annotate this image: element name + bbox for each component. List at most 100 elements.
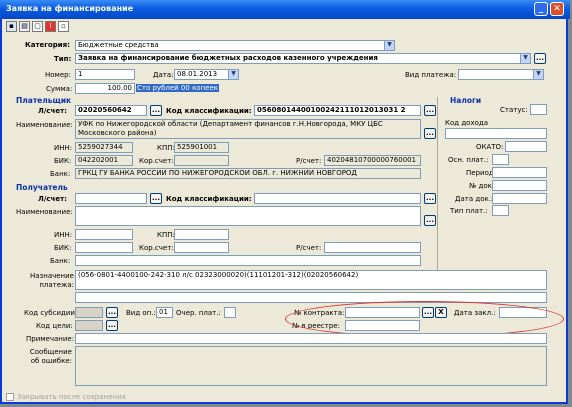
recipient-bank-input[interactable] [75, 255, 421, 266]
print-icon[interactable]: ▤ [19, 21, 30, 32]
purpose-label: Назначение платежа: [29, 272, 74, 289]
payer-kpp-label: КПП: [157, 144, 175, 152]
recipient-class-input[interactable] [254, 193, 421, 204]
subsidy-label: Код субсидии: [24, 309, 78, 317]
income-code-input[interactable] [445, 128, 547, 139]
tax-status-label: Статус: [500, 106, 528, 114]
subsidy-lookup-button[interactable]: ... [106, 307, 118, 318]
close-button[interactable]: ✕ [550, 2, 564, 16]
chevron-down-icon[interactable]: ▼ [533, 70, 543, 79]
recipient-kpp-input[interactable] [174, 229, 229, 240]
number-input[interactable]: 1 [75, 69, 135, 80]
basis-input[interactable] [492, 154, 509, 165]
doc-number-input[interactable] [492, 180, 547, 191]
okato-input[interactable] [505, 141, 547, 152]
payer-account-lookup-button[interactable]: ... [150, 105, 162, 116]
annotation-ellipse [285, 301, 564, 337]
payer-name-value: УФК по Нижегородской области (Департамен… [75, 119, 421, 139]
payer-section-title: Плательщик [16, 96, 72, 105]
recipient-bik-input[interactable] [75, 242, 133, 253]
close-after-save-label: Закрывать после сохранения [17, 393, 126, 401]
opvid-input[interactable]: 01 [156, 307, 173, 318]
subsidy-input[interactable] [75, 307, 103, 318]
tax-paytype-label: Тип плат.: [450, 207, 488, 215]
goal-lookup-button[interactable]: ... [106, 320, 118, 331]
number-label: Номер: [45, 71, 71, 79]
category-label: Категория: [25, 41, 70, 49]
recipient-bank-label: Банк: [50, 257, 71, 265]
note-label: Примечание: [26, 335, 75, 343]
payer-bik-value: 042202001 [75, 155, 133, 166]
sum-input[interactable]: 100.00 [75, 83, 135, 94]
toolbar: ▪ ▤ ▢ ! ▫ [4, 20, 564, 34]
doc-date-label: Дата док.: [455, 195, 494, 203]
opvid-label: Вид оп.: [126, 309, 156, 317]
goal-label: Код цели: [36, 322, 73, 330]
period-input[interactable] [492, 167, 547, 178]
date-picker[interactable]: 08.01.2013 ▼ [174, 69, 239, 80]
payer-bik-label: БИК: [54, 157, 72, 165]
doc-date-input[interactable] [492, 193, 547, 204]
sum-label: Сумма: [46, 85, 73, 93]
recipient-section-title: Получатель [16, 183, 68, 192]
type-lookup-button[interactable]: ... [534, 53, 546, 64]
payer-name-label: Наименование: [16, 121, 73, 129]
sum-in-words: Сто рублей 00 копеек [136, 84, 219, 92]
payer-rs-label: Р/счет: [296, 157, 322, 165]
title-bar: Заявка на финансирование _ ✕ [0, 0, 570, 19]
chevron-down-icon[interactable]: ▼ [520, 54, 530, 63]
goal-input[interactable] [75, 320, 103, 331]
recipient-class-label: Код классификации: [166, 195, 252, 203]
chevron-down-icon[interactable]: ▼ [228, 70, 238, 79]
note-input[interactable] [75, 333, 547, 344]
queue-input[interactable] [224, 307, 236, 318]
recipient-name-label: Наименование: [16, 208, 73, 216]
recipient-rs-input[interactable] [324, 242, 421, 253]
queue-label: Очер. плат.: [176, 309, 221, 317]
purpose-textarea[interactable]: (056-0801-4400100-242-310 л/с 0232300002… [75, 270, 547, 290]
minimize-button[interactable]: _ [534, 2, 548, 16]
paytype-select[interactable]: ▼ [458, 69, 544, 80]
error-label: Сообщение об ошибке: [29, 348, 72, 365]
payer-account-input[interactable]: 02020560642 [75, 105, 147, 116]
save-icon[interactable]: ▪ [6, 21, 17, 32]
recipient-corr-label: Кор.счет: [139, 244, 174, 252]
recipient-inn-input[interactable] [75, 229, 133, 240]
paytype-label: Вид платежа: [405, 71, 457, 79]
recipient-account-label: Л/счет: [38, 195, 67, 203]
window-title: Заявка на финансирование [6, 4, 134, 13]
payer-corr-value [174, 155, 229, 166]
recipient-bik-label: БИК: [54, 244, 72, 252]
delete-icon[interactable]: ▫ [58, 21, 69, 32]
recipient-account-input[interactable] [75, 193, 147, 204]
recipient-corr-input[interactable] [174, 242, 229, 253]
chevron-down-icon[interactable]: ▼ [384, 41, 394, 50]
recipient-name-input[interactable] [75, 206, 421, 226]
taxes-divider [437, 97, 438, 275]
payer-bank-label: Банк: [50, 170, 71, 178]
recipient-inn-label: ИНН: [54, 231, 73, 239]
payer-corr-label: Кор.счет: [139, 157, 174, 165]
payer-bank-value: ГРКЦ ГУ БАНКА РОССИИ ПО НИЖЕГОРОДСКОЙ ОБ… [75, 168, 421, 179]
recipient-rs-label: Р/счет: [296, 244, 322, 252]
copy-icon[interactable]: ▢ [32, 21, 43, 32]
tax-status-input[interactable] [530, 104, 547, 115]
recipient-name-button[interactable]: ... [424, 215, 436, 226]
basis-label: Осн. плат.: [448, 156, 489, 164]
taxes-section-title: Налоги [450, 96, 482, 105]
income-code-label: Код дохода [445, 119, 488, 127]
payer-inn-label: ИНН: [54, 144, 73, 152]
close-after-save-checkbox[interactable] [6, 393, 14, 401]
recipient-account-lookup-button[interactable]: ... [150, 193, 162, 204]
tax-paytype-input[interactable] [492, 205, 509, 216]
category-select[interactable]: Бюджетные средства ▼ [75, 40, 395, 51]
payer-inn-value: 5259027344 [75, 142, 133, 153]
payer-class-input[interactable]: 05608014400100242111012013031 2 [254, 105, 421, 116]
payer-name-button[interactable]: ... [424, 128, 436, 139]
type-select[interactable]: Заявка на финансирование бюджетных расхо… [75, 53, 531, 64]
payer-class-lookup-button[interactable]: ... [424, 105, 436, 116]
application-window: Заявка на финансирование _ ✕ ▪ ▤ ▢ ! ▫ К… [0, 0, 570, 404]
alert-icon[interactable]: ! [45, 21, 56, 32]
recipient-class-lookup-button[interactable]: ... [424, 193, 436, 204]
payer-class-label: Код классификации: [166, 107, 252, 115]
